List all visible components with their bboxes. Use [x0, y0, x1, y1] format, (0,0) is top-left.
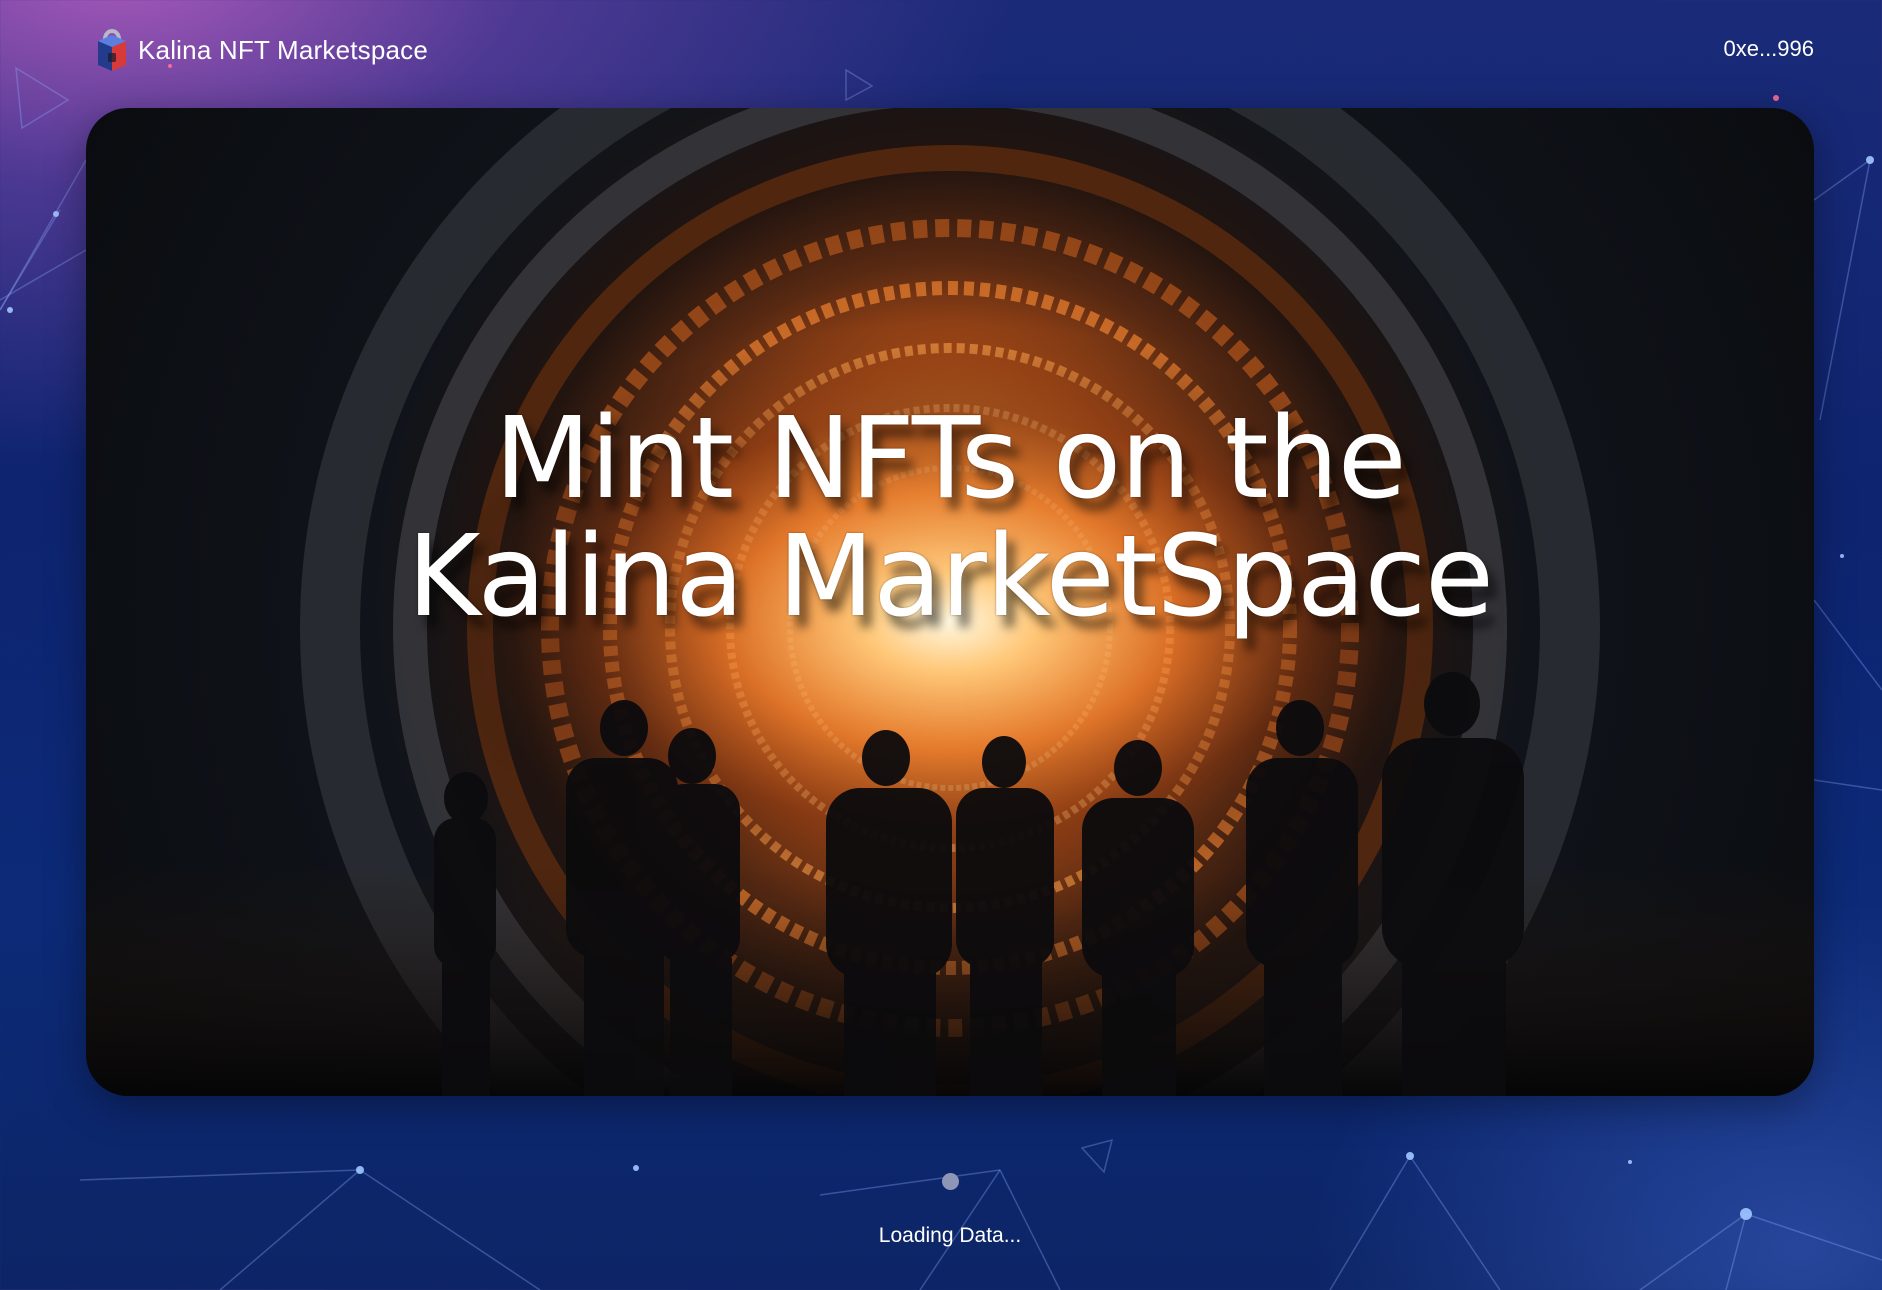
- hero-title-line-1: Mint NFTs on the: [494, 394, 1406, 524]
- top-navigation-bar: Kalina NFT Marketspace 0xe...996: [0, 0, 1882, 104]
- loading-spinner-icon: [942, 1173, 959, 1190]
- hero-title: Mint NFTs on the Kalina MarketSpace: [86, 400, 1814, 636]
- hero-banner: Mint NFTs on the Kalina MarketSpace: [86, 108, 1814, 1096]
- loading-status-text: Loading Data...: [878, 1224, 1022, 1247]
- hero-title-line-2: Kalina MarketSpace: [407, 512, 1494, 642]
- wallet-address-button[interactable]: 0xe...996: [1723, 36, 1814, 62]
- shield-lock-logo-icon: [98, 29, 126, 71]
- brand-home-link[interactable]: Kalina NFT Marketspace: [96, 27, 428, 73]
- brand-name: Kalina NFT Marketspace: [138, 34, 429, 65]
